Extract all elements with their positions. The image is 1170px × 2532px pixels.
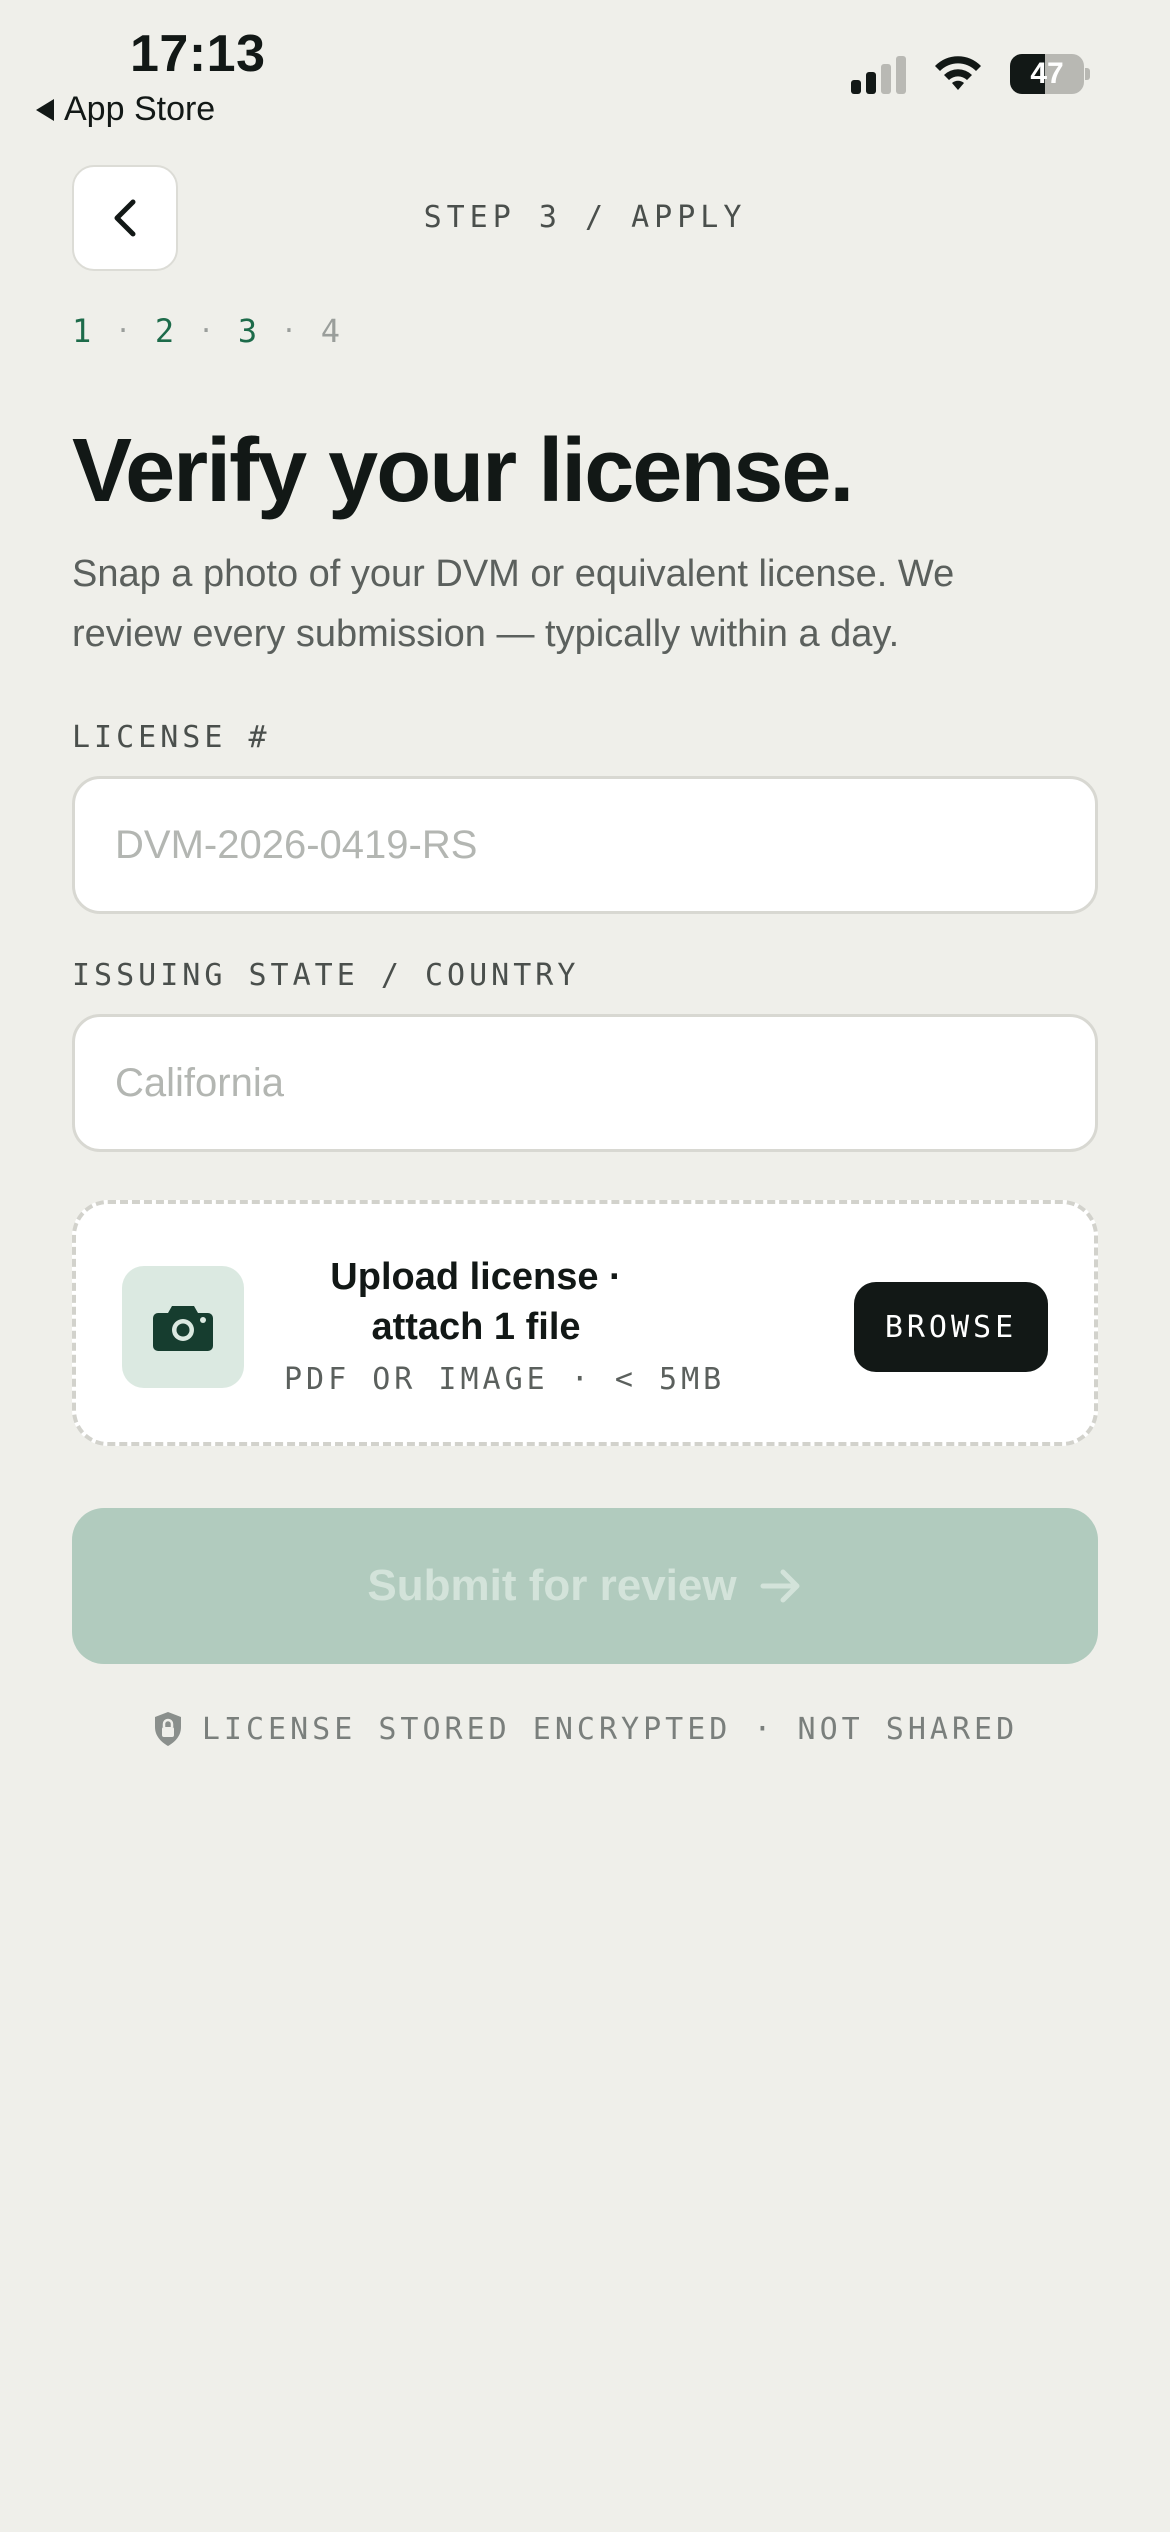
- back-app-label: App Store: [64, 90, 216, 128]
- security-note: LICENSE STORED ENCRYPTED · NOT SHARED: [0, 1710, 1170, 1748]
- camera-icon-tile: [122, 1266, 244, 1388]
- step-3: 3: [237, 312, 258, 350]
- page-subtitle: Snap a photo of your DVM or equivalent l…: [72, 553, 955, 655]
- battery-level: 47: [1030, 57, 1064, 90]
- step-2: 2: [154, 312, 175, 350]
- camera-icon: [153, 1306, 213, 1351]
- upload-file-requirements: PDF OR IMAGE · < 5MB: [284, 1362, 726, 1397]
- issuing-state-input[interactable]: [115, 1060, 1055, 1106]
- shield-lock-icon: [154, 1712, 181, 1746]
- issuing-state-label: ISSUING STATE / COUNTRY: [72, 958, 580, 993]
- upload-title: Upload license · attach 1 file: [330, 1256, 622, 1348]
- status-indicators: 47: [851, 54, 1090, 94]
- back-to-app-store[interactable]: App Store: [36, 90, 215, 129]
- step-4: 4: [320, 312, 341, 350]
- submit-label: Submit for review: [367, 1561, 737, 1610]
- security-note-text: LICENSE STORED ENCRYPTED · NOT SHARED: [201, 1711, 1019, 1747]
- license-number-label: LICENSE #: [72, 720, 271, 755]
- arrow-right-icon: [760, 1569, 800, 1603]
- page-title: Verify your license.: [72, 421, 854, 521]
- step-progress: 1 · 2 · 3 · 4: [72, 312, 340, 350]
- step-separator: ·: [198, 316, 214, 346]
- license-upload-dropzone[interactable]: Upload license · attach 1 file PDF OR IM…: [72, 1200, 1098, 1446]
- step-1: 1: [72, 312, 92, 350]
- status-time: 17:13: [130, 25, 266, 83]
- step-separator: ·: [115, 316, 131, 346]
- submit-for-review-button[interactable]: Submit for review: [72, 1508, 1098, 1664]
- browse-button[interactable]: BROWSE: [854, 1282, 1048, 1372]
- cellular-signal-icon: [851, 54, 906, 94]
- wifi-icon: [935, 56, 981, 90]
- license-number-input[interactable]: [115, 822, 1055, 868]
- back-triangle-icon: [36, 98, 54, 121]
- license-verification-screen: 17:13 App Store 47 STEP 3 / APPLY 1 · 2 …: [0, 0, 1170, 2532]
- step-indicator-label: STEP 3 / APPLY: [423, 200, 747, 235]
- issuing-state-field-container: [72, 1014, 1098, 1152]
- battery-icon: 47: [1010, 54, 1090, 94]
- license-number-field-container: [72, 776, 1098, 914]
- step-separator: ·: [281, 316, 297, 346]
